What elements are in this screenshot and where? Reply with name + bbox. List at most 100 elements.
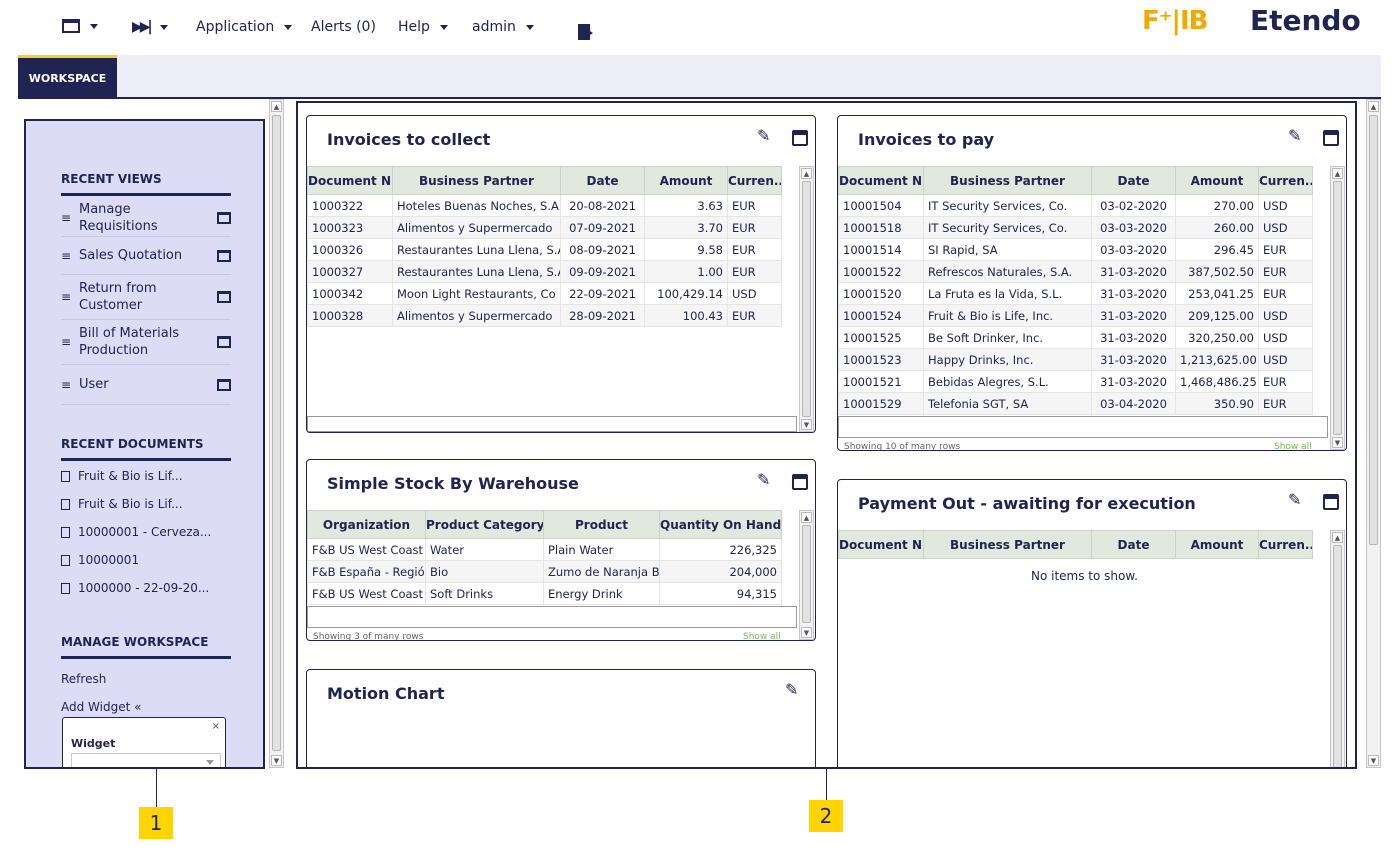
table-row[interactable]: 1000328 Alimentos y Supermercado 28-09-202… — [307, 304, 782, 327]
table-row[interactable]: 1000323 Alimentos y Supermercado 07-09-202… — [307, 216, 782, 239]
user-menu[interactable]: admin — [472, 19, 534, 35]
scroll-down-icon[interactable]: ▼ — [801, 627, 812, 638]
table-row[interactable]: 10001504 IT Security Services, Co. 03-02-2… — [838, 194, 1313, 217]
table-row[interactable]: 10001523 Happy Drinks, Inc. 31-03-2020 1,21… — [838, 348, 1313, 371]
edit-pencil-icon[interactable]: ✎ — [1288, 126, 1301, 145]
alerts-link[interactable]: Alerts (0) — [311, 19, 376, 35]
column-header[interactable]: Curren... — [727, 166, 782, 195]
scrollbar-thumb[interactable] — [802, 181, 811, 417]
refresh-link[interactable]: Refresh — [61, 672, 106, 686]
scroll-up-icon[interactable]: ▲ — [1332, 168, 1343, 179]
grid-scrollbar[interactable]: ▲ ▼ — [799, 510, 814, 640]
recent-document-item[interactable]: Fruit & Bio is Lif... — [61, 497, 183, 511]
column-header[interactable]: Product Category — [425, 510, 544, 539]
scrollbar-thumb[interactable] — [802, 525, 811, 623]
table-row[interactable]: F&B US West Coast Soft Drinks Energy Drink… — [307, 582, 782, 605]
table-row[interactable]: 10001521 Bebidas Alegres, S.L. 31-03-2020 1… — [838, 370, 1313, 393]
recent-view-item[interactable]: ≡ User — [61, 365, 231, 405]
column-header[interactable]: Date — [1091, 166, 1176, 195]
scrollbar-thumb[interactable] — [1333, 181, 1342, 435]
application-menu[interactable]: Application — [196, 19, 293, 35]
maximize-icon[interactable] — [1323, 130, 1339, 146]
table-row[interactable]: 10001524 Fruit & Bio is Life, Inc. 31-03-2… — [838, 304, 1313, 327]
edit-pencil-icon[interactable]: ✎ — [757, 126, 770, 145]
edit-pencil-icon[interactable]: ✎ — [785, 680, 798, 699]
maximize-icon[interactable] — [1323, 494, 1339, 510]
column-header[interactable]: Curren... — [1258, 166, 1313, 195]
table-row[interactable]: 10001520 La Fruta es la Vida, S.L. 31-03-2… — [838, 282, 1313, 305]
table-row[interactable]: 1000326 Restaurantes Luna Llena, S.A 08-09… — [307, 238, 782, 261]
logout-button[interactable] — [578, 24, 593, 40]
widget-select[interactable] — [71, 753, 221, 767]
table-row[interactable]: 10001522 Refrescos Naturales, S.A. 31-03-2… — [838, 260, 1313, 283]
column-header[interactable]: Document N... — [838, 530, 924, 559]
open-window-icon[interactable] — [217, 249, 231, 262]
table-row[interactable]: F&B US West Coast Water Plain Water 226,325 — [307, 538, 782, 561]
tab-workspace[interactable]: WORKSPACE — [18, 55, 117, 98]
column-header[interactable]: Amount — [1175, 530, 1259, 559]
column-header[interactable]: Product — [543, 510, 660, 539]
column-header[interactable]: Document N... — [307, 166, 393, 195]
scroll-up-icon[interactable]: ▲ — [271, 101, 282, 112]
column-header[interactable]: Amount — [644, 166, 728, 195]
recent-view-item[interactable]: ≡ Manage Requisitions — [61, 199, 231, 237]
stock-by-warehouse-widget: Simple Stock By Warehouse ✎ Organization… — [306, 459, 816, 641]
table-row[interactable]: 1000342 Moon Light Restaurants, Co 22-09-2… — [307, 282, 782, 305]
show-all-link[interactable]: Show all — [743, 632, 781, 640]
scroll-down-icon[interactable]: ▼ — [1332, 437, 1343, 448]
column-header[interactable]: Organization — [307, 510, 426, 539]
close-icon[interactable]: × — [212, 721, 220, 732]
edit-pencil-icon[interactable]: ✎ — [757, 470, 770, 489]
add-widget-link[interactable]: Add Widget « — [61, 700, 141, 714]
grid-scrollbar[interactable]: ▲ ▼ — [799, 166, 814, 432]
scroll-down-icon[interactable]: ▼ — [271, 755, 282, 766]
scroll-up-icon[interactable]: ▲ — [801, 168, 812, 179]
table-row[interactable]: 10001525 Be Soft Drinker, Inc. 31-03-2020 3… — [838, 326, 1313, 349]
maximize-icon[interactable] — [792, 474, 808, 490]
main-scrollbar[interactable]: ▲ ▼ — [1366, 99, 1381, 768]
open-window-icon[interactable] — [217, 211, 231, 224]
column-header[interactable]: Curren... — [1258, 530, 1313, 559]
recent-view-item[interactable]: ≡ Bill of Materials Production — [61, 320, 231, 365]
column-header[interactable]: Quantity On Hand — [659, 510, 782, 539]
recent-document-item[interactable]: Fruit & Bio is Lif... — [61, 469, 183, 483]
scrollbar-thumb[interactable] — [272, 115, 281, 751]
scrollbar-thumb[interactable] — [1369, 115, 1378, 545]
column-header[interactable]: Date — [560, 166, 645, 195]
table-row[interactable]: 10001514 SI Rapid, SA 03-03-2020 296.45 EUR — [838, 238, 1313, 261]
recent-document-item[interactable]: 10000001 - Cerveza... — [61, 525, 211, 539]
maximize-icon[interactable] — [792, 130, 808, 146]
grid-scrollbar[interactable]: ▲ ▼ — [1330, 166, 1345, 450]
scroll-up-icon[interactable]: ▲ — [1332, 532, 1343, 543]
column-header[interactable]: Business Partner — [923, 530, 1092, 559]
scroll-down-icon[interactable]: ▼ — [1368, 755, 1379, 766]
column-header[interactable]: Business Partner — [392, 166, 561, 195]
open-window-icon[interactable] — [217, 336, 231, 348]
scroll-up-icon[interactable]: ▲ — [1368, 101, 1379, 112]
open-window-icon[interactable] — [217, 291, 231, 303]
table-row[interactable]: 10001529 Telefonia SGT, SA 03-04-2020 350.9… — [838, 392, 1313, 415]
show-all-link[interactable]: Show all — [1274, 442, 1312, 450]
table-row[interactable]: F&B España - Regió Bio Zumo de Naranja B 20… — [307, 560, 782, 583]
table-row[interactable]: 1000327 Restaurantes Luna Llena, S.A 09-09… — [307, 260, 782, 283]
recent-document-item[interactable]: 10000001 — [61, 553, 139, 567]
recent-view-item[interactable]: ≡ Sales Quotation — [61, 237, 231, 275]
column-header[interactable]: Date — [1091, 530, 1176, 559]
sidebar-scrollbar[interactable]: ▲ ▼ — [269, 99, 284, 768]
column-header[interactable]: Business Partner — [923, 166, 1092, 195]
recent-document-item[interactable]: 1000000 - 22-09-20... — [61, 581, 209, 595]
scroll-down-icon[interactable]: ▼ — [801, 419, 812, 430]
new-window-menu[interactable] — [62, 19, 98, 33]
column-header[interactable]: Document N... — [838, 166, 924, 195]
edit-pencil-icon[interactable]: ✎ — [1288, 490, 1301, 509]
help-menu[interactable]: Help — [398, 19, 448, 35]
scroll-up-icon[interactable]: ▲ — [801, 512, 812, 523]
open-window-icon[interactable] — [217, 378, 231, 391]
scrollbar-thumb[interactable] — [1333, 545, 1342, 767]
grid-scrollbar[interactable]: ▲ — [1330, 530, 1345, 767]
table-row[interactable]: 10001518 IT Security Services, Co. 03-03-2… — [838, 216, 1313, 239]
quick-launch-menu[interactable]: ▶▶| — [132, 19, 168, 35]
recent-view-item[interactable]: ≡ Return from Customer — [61, 275, 231, 320]
column-header[interactable]: Amount — [1175, 166, 1259, 195]
table-row[interactable]: 1000322 Hoteles Buenas Noches, S.A 20-08-2… — [307, 194, 782, 217]
